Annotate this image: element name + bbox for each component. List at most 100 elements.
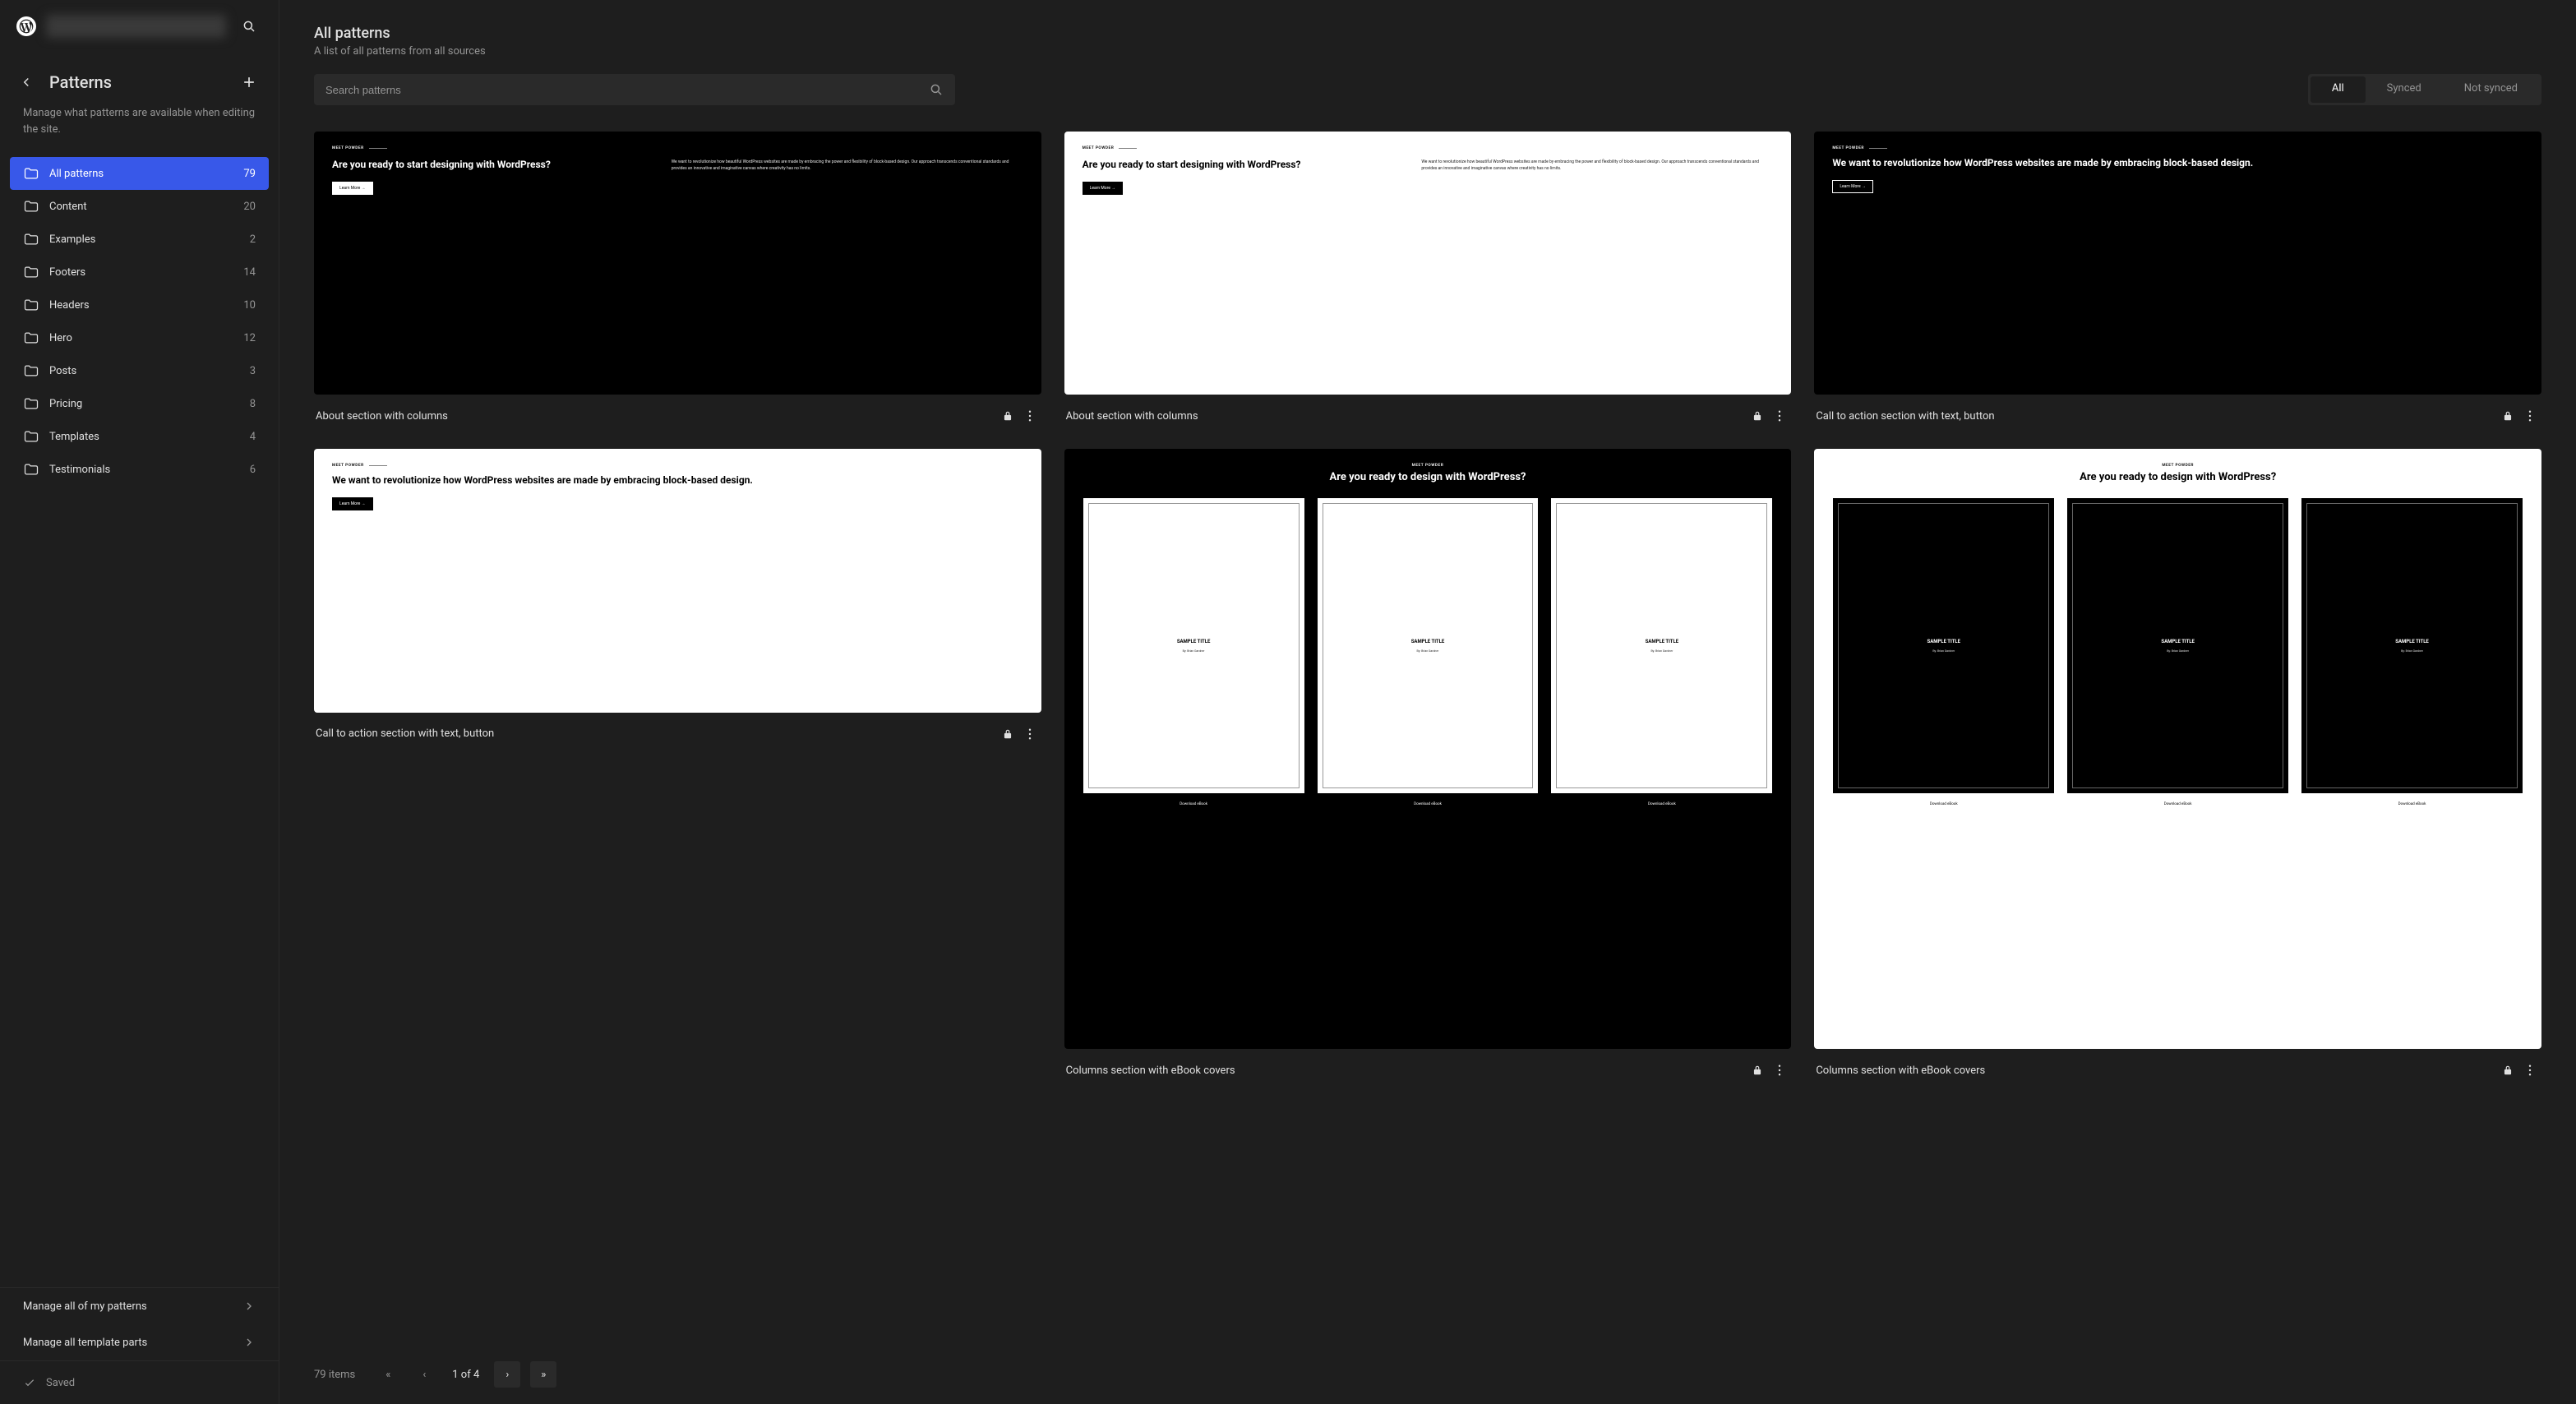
main: All patterns A list of all patterns from… [279, 0, 2576, 1404]
nav-count: 10 [243, 299, 256, 312]
sidebar-item-templates[interactable]: Templates 4 [10, 420, 269, 453]
nav-count: 8 [250, 398, 256, 410]
sync-filter: All Synced Not synced [2308, 74, 2541, 105]
nav-label: Examples [49, 233, 240, 246]
pattern-card: MEET POWDER Are you ready to start desig… [314, 132, 1041, 426]
pattern-title: Call to action section with text, button [1816, 410, 2495, 423]
pattern-actions-button[interactable] [2520, 1060, 2540, 1080]
page-first-button[interactable]: « [375, 1361, 401, 1388]
lock-icon [1752, 410, 1763, 422]
filter-not-synced[interactable]: Not synced [2443, 76, 2539, 103]
sidebar-item-footers[interactable]: Footers14 [10, 256, 269, 289]
page-prev-button[interactable]: ‹ [411, 1361, 437, 1388]
search-icon [929, 82, 944, 97]
pattern-preview[interactable]: MEET POWDER We want to revolutionize how… [314, 449, 1041, 712]
folder-icon [23, 198, 39, 215]
pagination: 79 items « ‹ 1 of 4 › » [279, 1345, 2576, 1404]
nav-count: 79 [243, 168, 256, 180]
sidebar-item-testimonials[interactable]: Testimonials 6 [10, 453, 269, 486]
sidebar-item-all-patterns[interactable]: All patterns 79 [10, 157, 269, 190]
folder-icon [23, 330, 39, 346]
search-box[interactable] [314, 74, 955, 105]
nav-label: Headers [49, 299, 233, 312]
global-search-button[interactable] [236, 13, 262, 39]
pattern-card: MEET POWDER Are you ready to start desig… [1064, 132, 1792, 426]
pattern-card: MEET POWDER Are you ready to design with… [1814, 449, 2541, 1080]
search-input[interactable] [325, 84, 929, 96]
lock-icon [2502, 410, 2514, 422]
pattern-preview[interactable]: MEET POWDER Are you ready to design with… [1064, 449, 1792, 1049]
pattern-preview[interactable]: MEET POWDER We want to revolutionize how… [1814, 132, 2541, 395]
pattern-preview[interactable]: MEET POWDER Are you ready to design with… [1814, 449, 2541, 1049]
pattern-actions-button[interactable] [1020, 406, 1040, 426]
pattern-title: About section with columns [1066, 410, 1746, 423]
page-last-button[interactable]: » [530, 1361, 556, 1388]
filter-all[interactable]: All [2311, 76, 2366, 103]
sidebar-item-headers[interactable]: Headers 10 [10, 289, 269, 321]
pattern-actions-button[interactable] [1020, 724, 1040, 744]
sidebar-item-examples[interactable]: Examples 2 [10, 223, 269, 256]
folder-icon [23, 231, 39, 247]
manage-patterns-link[interactable]: Manage all of my patterns [0, 1288, 279, 1324]
nav-label: Hero [49, 332, 233, 344]
saved-label: Saved [46, 1377, 75, 1389]
filter-synced[interactable]: Synced [2366, 76, 2443, 103]
sidebar-top-bar [0, 0, 279, 53]
patterns-grid: MEET POWDER Are you ready to start desig… [314, 132, 2541, 1080]
nav-label: Content [49, 201, 233, 213]
nav-count: 2 [250, 233, 256, 246]
panel-title: Patterns [49, 72, 223, 92]
pattern-card: MEET POWDER Are you ready to design with… [1064, 449, 1792, 1080]
lock-icon [1002, 410, 1013, 422]
sidebar-item-content[interactable]: Content20 [10, 190, 269, 223]
lock-icon [1002, 728, 1013, 740]
pattern-title: Call to action section with text, button [316, 727, 995, 740]
nav-count: 4 [250, 431, 256, 443]
nav-label: Pricing [49, 398, 240, 410]
manage-parts-label: Manage all template parts [23, 1337, 147, 1349]
site-name-blurred[interactable] [46, 15, 226, 38]
sidebar: Patterns Manage what patterns are availa… [0, 0, 279, 1404]
panel-description: Manage what patterns are available when … [0, 105, 279, 157]
content-area: All patterns A list of all patterns from… [279, 0, 2576, 1345]
pattern-actions-button[interactable] [2520, 406, 2540, 426]
pagination-total: 79 items [314, 1369, 355, 1381]
page-next-button[interactable]: › [494, 1361, 520, 1388]
add-pattern-button[interactable] [236, 69, 262, 95]
pattern-card: MEET POWDER We want to revolutionize how… [1814, 132, 2541, 426]
nav-label: Testimonials [49, 464, 240, 476]
pattern-actions-button[interactable] [1770, 1060, 1789, 1080]
sidebar-item-posts[interactable]: Posts3 [10, 354, 269, 387]
pattern-title: Columns section with eBook covers [1066, 1065, 1746, 1077]
lock-icon [1752, 1065, 1763, 1076]
folder-icon [23, 428, 39, 445]
folder-icon [23, 297, 39, 313]
lock-icon [2502, 1065, 2514, 1076]
category-list: All patterns 79 Content20 Examples 2 Footers1… [0, 157, 279, 1287]
folder-icon [23, 395, 39, 412]
nav-count: 14 [243, 266, 256, 279]
page-subtitle: A list of all patterns from all sources [314, 45, 2541, 58]
page-header: All patterns A list of all patterns from… [314, 25, 2541, 58]
pattern-preview[interactable]: MEET POWDER Are you ready to start desig… [1064, 132, 1792, 395]
nav-label: Posts [49, 365, 240, 377]
sidebar-item-hero[interactable]: Hero 12 [10, 321, 269, 354]
manage-template-parts-link[interactable]: Manage all template parts [0, 1324, 279, 1360]
folder-icon [23, 461, 39, 478]
sidebar-item-pricing[interactable]: Pricing 8 [10, 387, 269, 420]
pattern-preview[interactable]: MEET POWDER Are you ready to start desig… [314, 132, 1041, 395]
folder-icon [23, 363, 39, 379]
nav-label: All patterns [49, 168, 233, 180]
panel-header: Patterns [0, 53, 279, 105]
nav-label: Templates [49, 431, 240, 443]
page-position: 1 of 4 [447, 1369, 484, 1381]
folder-icon [23, 165, 39, 182]
pattern-title: About section with columns [316, 410, 995, 423]
nav-count: 12 [243, 332, 256, 344]
wordpress-logo-icon[interactable] [16, 16, 36, 36]
back-button[interactable] [16, 72, 36, 92]
saved-status: Saved [0, 1360, 279, 1404]
pattern-actions-button[interactable] [1770, 406, 1789, 426]
page-title: All patterns [314, 25, 2541, 42]
nav-count: 6 [250, 464, 256, 476]
